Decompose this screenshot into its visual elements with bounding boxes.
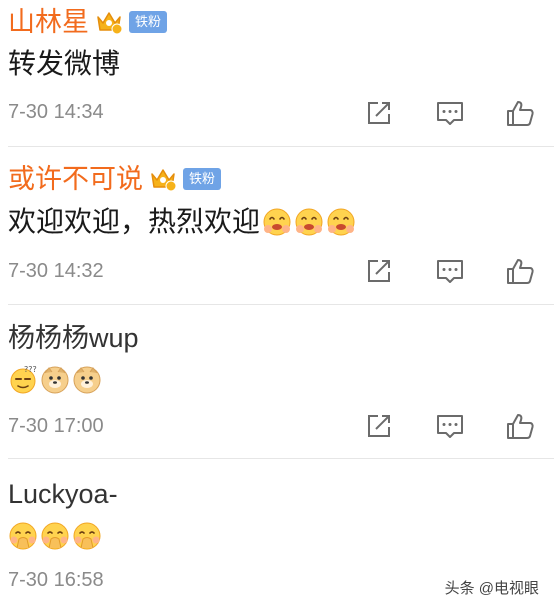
comment-icon[interactable] — [435, 256, 465, 286]
watermark: 头条 @电视眼 — [441, 576, 542, 599]
like-icon[interactable] — [505, 411, 535, 441]
username[interactable]: 杨杨杨wup — [8, 320, 139, 356]
username[interactable]: 山林星 — [8, 4, 89, 40]
vip-crown-icon — [149, 166, 177, 192]
confused-emoji-icon — [8, 365, 38, 395]
comment-time: 7-30 14:34 — [8, 101, 104, 123]
comment-body — [8, 362, 102, 398]
hush-emoji-icon — [72, 521, 102, 551]
hush-emoji-icon — [8, 521, 38, 551]
comment-time: 7-30 17:00 — [8, 415, 104, 437]
repost-icon[interactable] — [364, 98, 394, 128]
hush-emoji-icon — [40, 521, 70, 551]
repost-icon[interactable] — [364, 411, 394, 441]
username[interactable]: Luckyoa- — [8, 476, 118, 512]
repost-icon[interactable] — [364, 256, 394, 286]
comment-header: 杨杨杨wup — [8, 320, 139, 356]
vip-crown-icon — [95, 9, 123, 35]
divider — [8, 146, 554, 147]
comment-icon[interactable] — [435, 411, 465, 441]
comment-time: 7-30 14:32 — [8, 260, 104, 282]
comment-body: 欢迎欢迎，热烈欢迎 — [8, 204, 356, 240]
comment-body: 转发微博 — [8, 46, 120, 82]
comment-header: Luckyoa- — [8, 476, 118, 512]
comment-header: 山林星 铁粉 — [8, 4, 168, 40]
username[interactable]: 或许不可说 — [8, 161, 143, 197]
comment-body — [8, 518, 102, 554]
fan-badge[interactable]: 铁粉 — [129, 11, 168, 33]
comment-text: 欢迎欢迎，热烈欢迎 — [8, 206, 261, 237]
blush-emoji-icon — [326, 207, 356, 237]
divider — [8, 304, 554, 305]
like-icon[interactable] — [505, 98, 535, 128]
blush-emoji-icon — [294, 207, 324, 237]
doge-emoji-icon — [72, 365, 102, 395]
like-icon[interactable] — [505, 256, 535, 286]
fan-badge[interactable]: 铁粉 — [183, 168, 222, 190]
comment-time: 7-30 16:58 — [8, 569, 104, 591]
comment-icon[interactable] — [435, 98, 465, 128]
doge-emoji-icon — [40, 365, 70, 395]
comment-text: 转发微博 — [8, 48, 121, 79]
comment-header: 或许不可说 铁粉 — [8, 161, 222, 197]
divider — [8, 458, 554, 459]
blush-emoji-icon — [262, 207, 292, 237]
